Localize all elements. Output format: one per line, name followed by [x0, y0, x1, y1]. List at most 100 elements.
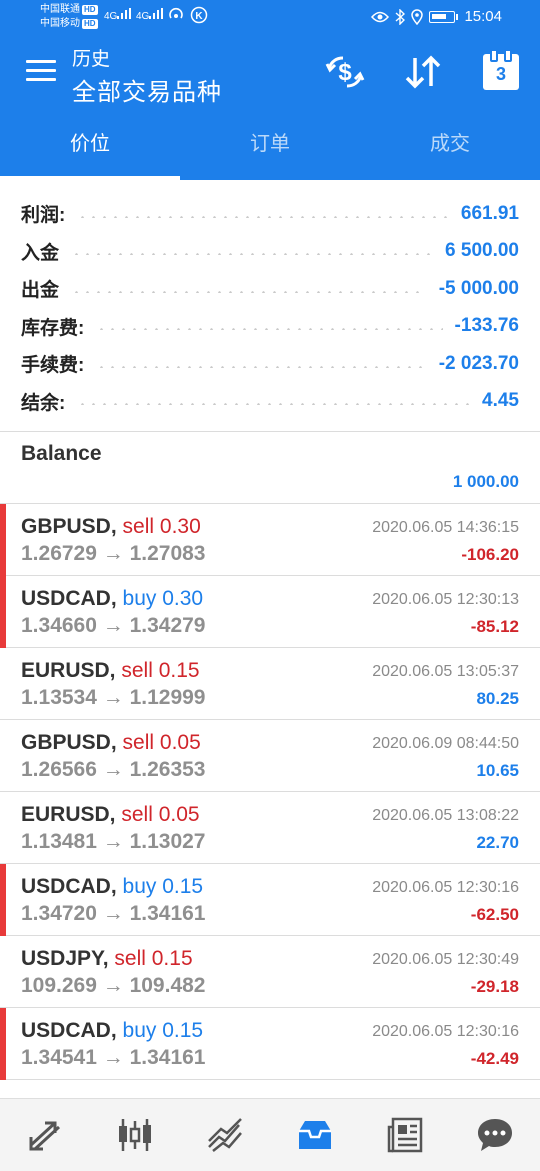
trade-time: 2020.06.05 12:30:16	[372, 1023, 519, 1040]
eye-icon	[371, 11, 390, 22]
signal-2-icon: 4G	[136, 8, 164, 22]
summary-value: 6 500.00	[445, 240, 519, 262]
trade-prices: 1.34660 → 1.34279	[21, 614, 206, 637]
summary-value: 661.91	[460, 202, 519, 224]
nav-history[interactable]	[285, 1105, 345, 1165]
status-right: 15:04	[371, 8, 502, 25]
header-title[interactable]: 全部交易品种	[72, 72, 222, 107]
loss-indicator	[0, 504, 6, 576]
header-subtitle: 历史	[72, 49, 111, 70]
balance-value: 1 000.00	[452, 472, 519, 491]
status-time: 15:04	[464, 8, 502, 25]
dotted-leader	[77, 215, 449, 218]
hd-badge-1: HD	[82, 5, 98, 15]
summary-row-withdrawal: 出金 -5 000.00	[0, 270, 540, 308]
summary-row-profit: 利润: 661.91	[0, 195, 540, 233]
trade-symbol: EURUSD,	[21, 659, 116, 682]
battery-tip	[456, 13, 459, 20]
status-bar: 中国联通 HD 中国移动 HD 4G 4G K 15:04	[0, 0, 540, 36]
carrier-info: 中国联通 HD 中国移动 HD	[40, 3, 98, 31]
trade-side: sell	[121, 803, 153, 826]
trade-time: 2020.06.09 08:44:50	[372, 735, 519, 752]
svg-text:K: K	[195, 11, 203, 22]
tab-prices[interactable]: 价位	[0, 112, 180, 180]
summary-row-swap: 库存费: -133.76	[0, 308, 540, 346]
balance-title: Balance	[21, 442, 102, 465]
trade-prices: 1.34541 → 1.34161	[21, 1046, 206, 1069]
k-app-icon: K	[190, 6, 208, 27]
trade-time: 2020.06.05 12:30:49	[372, 951, 519, 968]
trade-side: buy	[122, 587, 157, 610]
trade-profit: 22.70	[476, 833, 519, 852]
currency-exchange-icon[interactable]: $	[323, 50, 367, 94]
trade-symbol: GBPUSD,	[21, 515, 117, 538]
tab-bar: 价位 订单 成交	[0, 112, 540, 180]
nav-news[interactable]	[375, 1105, 435, 1165]
nav-quotes[interactable]	[15, 1105, 75, 1165]
trade-row[interactable]: USDJPY, sell 0.15 109.269 → 109.482 2020…	[0, 936, 540, 1008]
dotted-leader	[71, 253, 434, 256]
dotted-leader	[96, 328, 443, 331]
summary-label: 出金	[21, 280, 60, 302]
trade-symbol: USDCAD,	[21, 1019, 117, 1042]
summary-row-commission: 手续费: -2 023.70	[0, 345, 540, 383]
trade-volume: 0.15	[158, 659, 200, 682]
nav-trade[interactable]	[195, 1105, 255, 1165]
summary-label: 手续费:	[21, 355, 85, 377]
signal-1-icon: 4G	[104, 8, 132, 22]
trade-time: 2020.06.05 14:36:15	[372, 519, 519, 536]
nav-chat[interactable]	[465, 1105, 525, 1165]
summary-label: 利润:	[21, 205, 66, 227]
summary-label: 结余:	[21, 392, 66, 414]
trade-side: sell	[122, 731, 155, 754]
trade-volume: 0.30	[159, 515, 201, 538]
calendar-icon[interactable]: 3	[483, 49, 519, 90]
trade-volume: 0.15	[151, 947, 193, 970]
trade-prices: 109.269 → 109.482	[21, 974, 206, 997]
trade-prices: 1.34720 → 1.34161	[21, 902, 206, 925]
trade-profit: -106.20	[461, 545, 519, 564]
trade-profit: -29.18	[470, 977, 519, 996]
summary-label: 库存费:	[21, 317, 85, 339]
trade-row[interactable]: USDCAD, buy 0.15 1.34541 → 1.34161 2020.…	[0, 1008, 540, 1080]
summary-row-balance: 结余: 4.45	[0, 383, 540, 421]
trade-list: GBPUSD, sell 0.30 1.26729 → 1.27083 2020…	[0, 504, 540, 1080]
summary-value: 4.45	[482, 390, 519, 412]
app-header: 中国联通 HD 中国移动 HD 4G 4G K 15:04 历史 全部交易品种 $ …	[0, 0, 540, 180]
trade-volume: 0.15	[162, 875, 204, 898]
trade-volume: 0.30	[162, 587, 204, 610]
bluetooth-icon	[395, 8, 406, 25]
trade-row[interactable]: GBPUSD, sell 0.30 1.26729 → 1.27083 2020…	[0, 504, 540, 576]
trade-prices: 1.26566 → 1.26353	[21, 758, 206, 781]
trade-icon	[208, 1118, 242, 1152]
trade-side: sell	[121, 659, 153, 682]
trade-profit: -62.50	[470, 905, 519, 924]
trade-profit: -85.12	[470, 617, 519, 636]
trade-time: 2020.06.05 12:30:16	[372, 879, 519, 896]
loss-indicator	[0, 864, 6, 936]
divider	[0, 431, 540, 432]
trade-row[interactable]: USDCAD, buy 0.15 1.34720 → 1.34161 2020.…	[0, 864, 540, 936]
trade-side: buy	[122, 1019, 157, 1042]
tab-deals[interactable]: 成交	[360, 112, 540, 180]
dotted-leader	[77, 403, 471, 406]
sort-icon[interactable]	[401, 50, 445, 94]
trade-symbol: GBPUSD,	[21, 731, 117, 754]
nav-charts[interactable]	[105, 1105, 165, 1165]
menu-icon[interactable]	[26, 60, 56, 84]
trade-row[interactable]: GBPUSD, sell 0.05 1.26566 → 1.26353 2020…	[0, 720, 540, 792]
carrier-1: 中国联通	[40, 4, 80, 15]
chart-candles-icon	[119, 1119, 151, 1151]
trade-row[interactable]: USDCAD, buy 0.30 1.34660 → 1.34279 2020.…	[0, 576, 540, 648]
trade-time: 2020.06.05 13:08:22	[372, 807, 519, 824]
trade-row[interactable]: EURUSD, sell 0.05 1.13481 → 1.13027 2020…	[0, 792, 540, 864]
summary-value: -133.76	[454, 315, 519, 337]
tab-orders[interactable]: 订单	[180, 112, 360, 180]
dotted-leader	[96, 365, 427, 368]
loss-indicator	[0, 576, 6, 648]
trade-side: sell	[122, 515, 155, 538]
trade-prices: 1.13481 → 1.13027	[21, 830, 206, 853]
trade-symbol: USDCAD,	[21, 587, 117, 610]
hotspot-icon	[168, 6, 184, 25]
trade-row[interactable]: EURUSD, sell 0.15 1.13534 → 1.12999 2020…	[0, 648, 540, 720]
